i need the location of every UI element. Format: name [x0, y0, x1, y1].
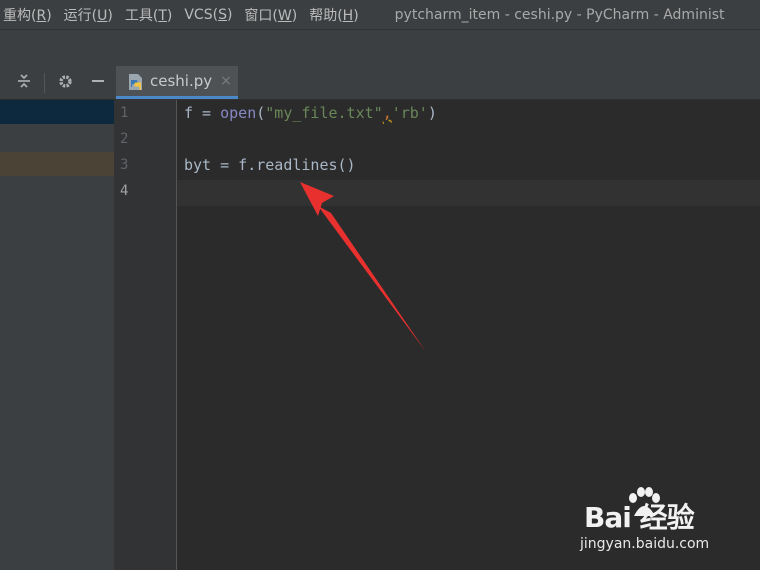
menu-tools[interactable]: 工具(T): [121, 5, 181, 25]
close-icon[interactable]: ×: [220, 73, 232, 89]
project-panel: [0, 66, 114, 570]
menu-window[interactable]: 窗口(W): [240, 5, 305, 25]
menu-help[interactable]: 帮助(H): [305, 5, 366, 25]
python-file-icon: [128, 73, 144, 90]
code-line-3: byt = f.readlines(): [184, 156, 356, 174]
code-token-string: "my_file.txt": [265, 104, 383, 122]
line-number: 3: [120, 157, 129, 173]
menu-help-label: 帮助(: [309, 7, 343, 24]
code-token-warning: ,: [382, 104, 392, 122]
code-token: ): [427, 104, 437, 122]
current-line-highlight: [177, 180, 760, 206]
baidu-watermark: Bai 经验 jingyan.baidu.com: [580, 487, 760, 570]
menu-refactor-mnemonic: R: [36, 7, 47, 24]
menu-vcs[interactable]: VCS(S): [180, 7, 240, 23]
menu-window-label: 窗口(: [244, 7, 278, 24]
code-token-string: 'rb': [391, 104, 428, 122]
menu-bar: 重构(R) 运行(U) 工具(T) VCS(S) 窗口(W) 帮助(H) pyt…: [0, 0, 760, 29]
menu-run-mnemonic: U: [97, 7, 108, 24]
menu-run-label: 运行(: [63, 7, 98, 24]
tab-label: ceshi.py: [150, 72, 213, 90]
project-panel-header: [0, 66, 114, 100]
editor-tab-bar: ceshi.py ×: [114, 66, 760, 100]
window-title: pytcharm_item - ceshi.py - PyCharm - Adm…: [394, 6, 725, 23]
minimize-icon[interactable]: [88, 73, 108, 93]
menu-vcs-mnemonic: S: [218, 6, 227, 23]
watermark-logo-text: Bai 经验: [584, 501, 695, 534]
menu-refactor[interactable]: 重构(R): [0, 5, 60, 25]
menu-help-tail: ): [353, 7, 359, 24]
menu-run[interactable]: 运行(U): [60, 5, 121, 25]
code-line-1: f = open("my_file.txt",'rb'): [184, 104, 437, 122]
menu-help-mnemonic: H: [342, 7, 354, 24]
line-number: 1: [120, 105, 129, 121]
menu-vcs-tail: ): [226, 6, 233, 23]
watermark-url: jingyan.baidu.com: [580, 536, 710, 552]
code-token: (: [256, 104, 266, 122]
line-number: 2: [120, 131, 129, 147]
toolbar: [0, 29, 760, 67]
collapse-all-icon[interactable]: [14, 73, 34, 93]
menu-window-mnemonic: W: [277, 7, 292, 24]
menu-vcs-label: VCS(: [184, 6, 219, 23]
menu-refactor-label: 重构(: [3, 7, 37, 24]
line-number-gutter: 1 2 3 4: [114, 100, 177, 570]
menu-window-tail: ): [291, 7, 298, 24]
tab-ceshi-py[interactable]: ceshi.py ×: [116, 66, 238, 99]
selected-tree-row[interactable]: [0, 100, 114, 124]
highlighted-tree-row[interactable]: [0, 152, 114, 176]
toolbar-separator: [44, 73, 45, 93]
menu-tools-mnemonic: T: [158, 7, 167, 24]
gear-icon[interactable]: [55, 73, 75, 93]
line-number-current: 4: [120, 183, 129, 199]
code-token: f =: [184, 104, 221, 122]
menu-tools-tail: ): [166, 7, 173, 24]
menu-run-tail: ): [107, 7, 113, 24]
menu-refactor-tail: ): [46, 7, 52, 24]
menu-tools-label: 工具(: [124, 7, 159, 24]
code-token-builtin: open: [220, 104, 257, 122]
